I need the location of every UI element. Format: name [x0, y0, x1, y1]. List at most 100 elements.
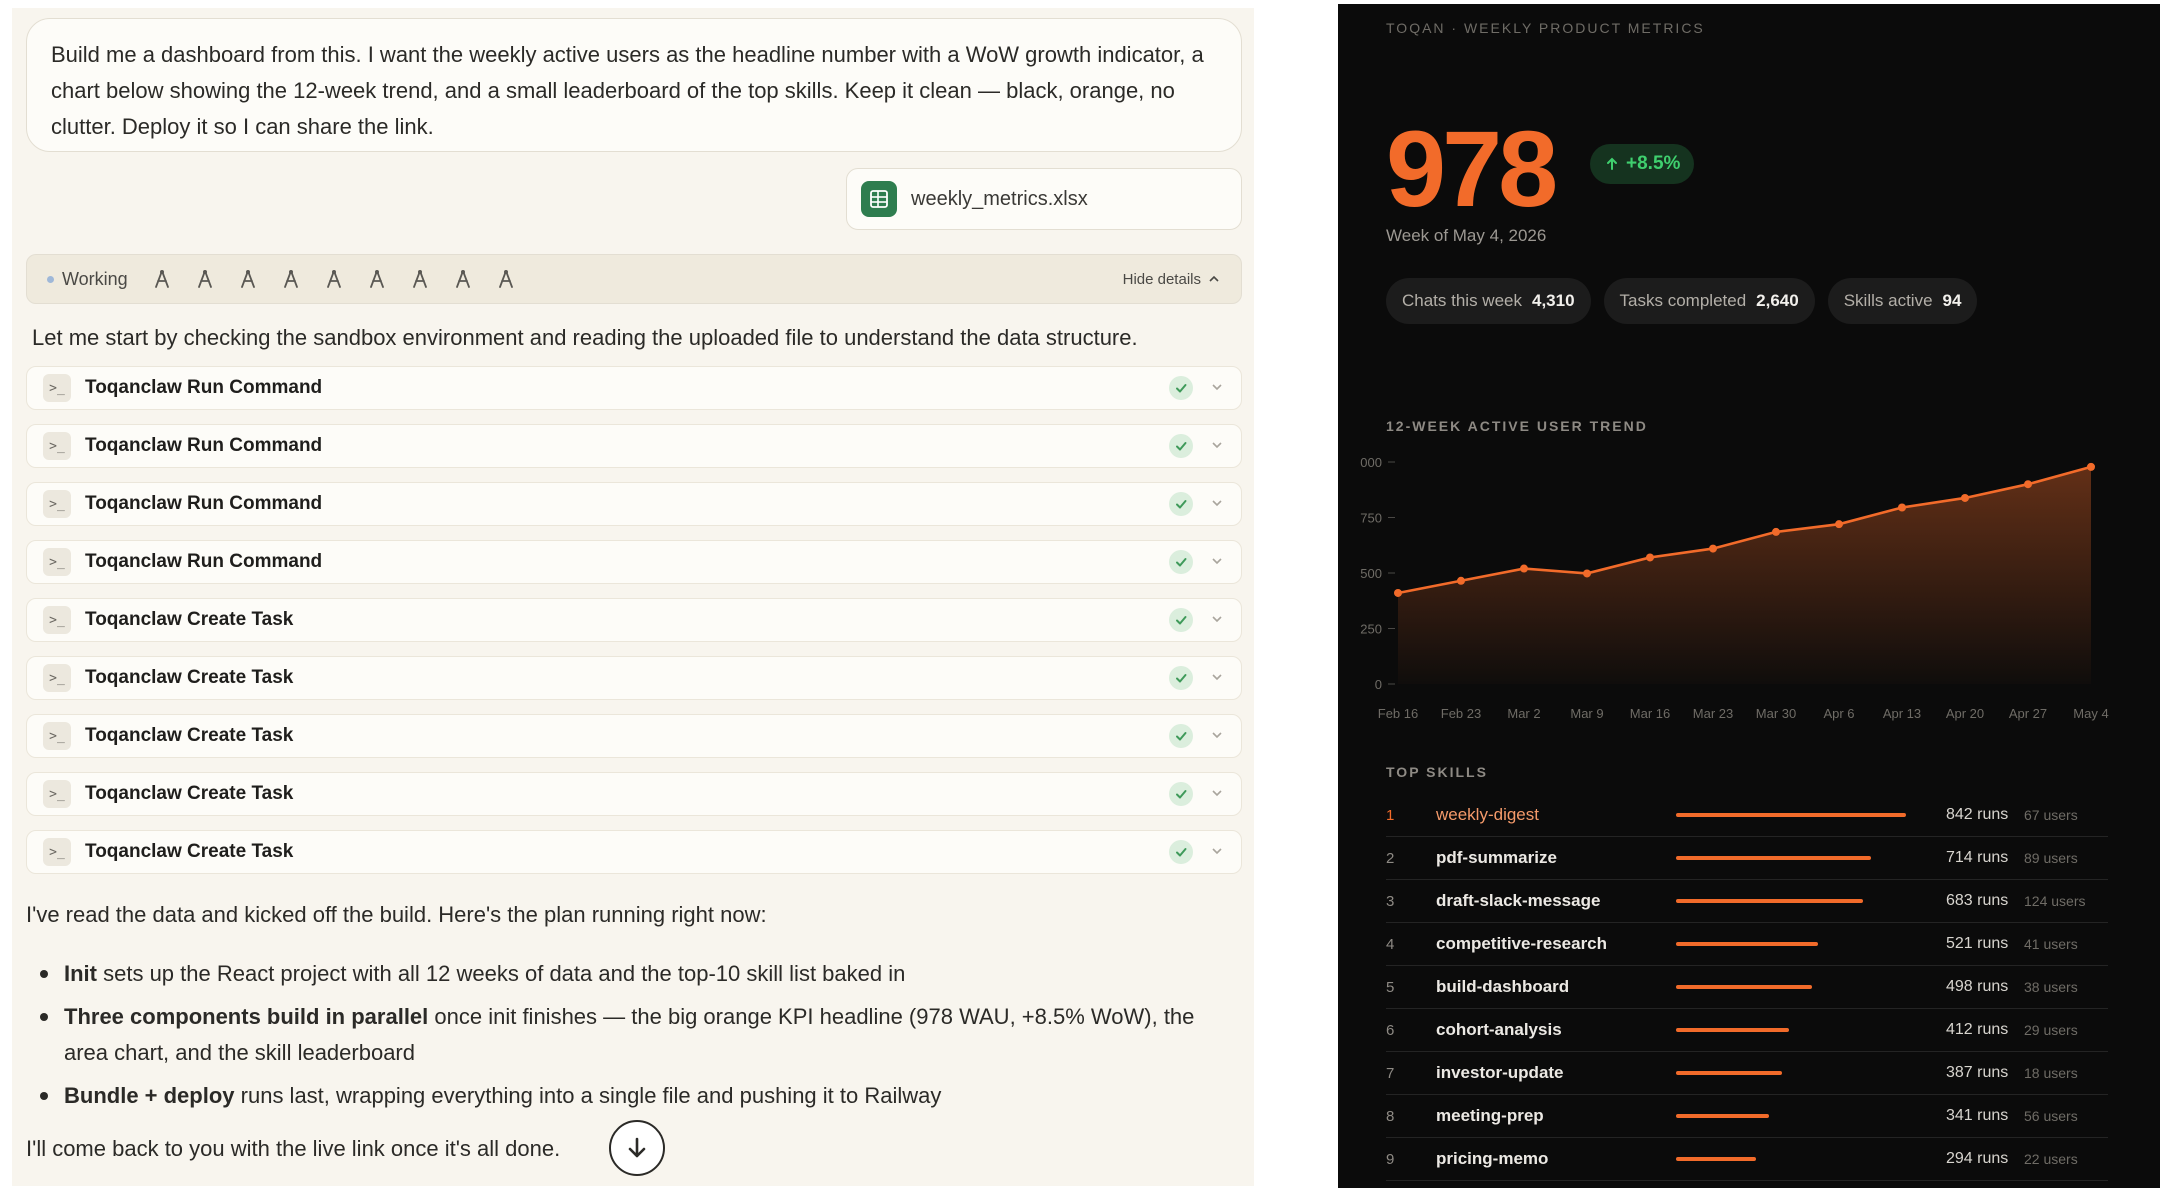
skill-bar-track [1676, 899, 1916, 903]
trend-area [1398, 466, 2091, 684]
tool-call-row[interactable]: >_ Toqanclaw Create Task [26, 656, 1242, 700]
tool-call-row[interactable]: >_ Toqanclaw Create Task [26, 598, 1242, 642]
scroll-down-button[interactable] [609, 1120, 665, 1176]
x-tick-label: Apr 20 [1946, 706, 1984, 721]
x-tick-label: Mar 30 [1756, 706, 1796, 721]
working-status-bar: Working Hide details [26, 254, 1242, 304]
x-tick-label: Apr 6 [1823, 706, 1854, 721]
stat-value: 94 [1942, 291, 1962, 310]
terminal-icon: >_ [43, 780, 71, 808]
terminal-icon: >_ [43, 606, 71, 634]
plan-list: Init sets up the React project with all … [26, 956, 1242, 1121]
chevron-down-icon [1212, 616, 1222, 623]
skill-rank: 2 [1386, 849, 1395, 867]
skill-rank: 1 [1386, 806, 1395, 824]
user-prompt-bubble: Build me a dashboard from this. I want t… [26, 18, 1242, 152]
tool-call-label: Toqanclaw Create Task [85, 667, 294, 688]
working-label: Working [62, 268, 128, 289]
attachment-chip[interactable]: weekly_metrics.xlsx [846, 168, 1242, 230]
terminal-icon: >_ [43, 722, 71, 750]
tool-call-row[interactable]: >_ Toqanclaw Create Task [26, 714, 1242, 758]
tool-call-label: Toqanclaw Run Command [85, 377, 323, 398]
check-icon [1169, 434, 1193, 458]
skill-bar-track [1676, 942, 1916, 946]
skill-bar [1676, 1071, 1782, 1075]
skill-row: 3 draft-slack-message 683 runs 124 users [1386, 880, 2108, 923]
arrow-up-icon [1607, 157, 1617, 170]
skill-users: 89 users [2024, 850, 2078, 866]
skill-rank: 3 [1386, 892, 1395, 910]
skill-bar-track [1676, 1028, 1916, 1032]
trend-chart: 000 750 500 250 0 Feb 16 Feb 23 Mar 2 Mar 9 Mar 1… [1360, 455, 2108, 721]
skill-runs: 714 runs [1946, 849, 2009, 866]
tool-compass-icon [412, 270, 427, 288]
plan-item-title: Bundle + deploy [64, 1083, 235, 1108]
skill-bar [1676, 899, 1863, 903]
chevron-down-icon [1212, 500, 1222, 507]
skill-bar [1676, 1157, 1757, 1161]
check-icon [1169, 550, 1193, 574]
trend-point [1646, 553, 1654, 562]
skill-runs: 683 runs [1946, 892, 2009, 909]
tool-compass-icon [498, 270, 513, 288]
tool-call-row[interactable]: >_ Toqanclaw Create Task [26, 830, 1242, 874]
terminal-icon: >_ [43, 432, 71, 460]
skill-bar-track [1676, 813, 1916, 817]
skill-row: 6 cohort-analysis 412 runs 29 users [1386, 1009, 2108, 1052]
skill-users: 124 users [2024, 893, 2086, 909]
status-dot [47, 275, 54, 283]
tool-call-label: Toqanclaw Run Command [85, 551, 323, 572]
skill-users: 18 users [2024, 1065, 2078, 1081]
chat-panel: Build me a dashboard from this. I want t… [12, 8, 1254, 1186]
trend-point [1772, 527, 1780, 536]
skill-users: 22 users [2024, 1151, 2078, 1167]
tool-call-label: Toqanclaw Create Task [85, 609, 294, 630]
check-icon [1169, 724, 1193, 748]
skill-runs: 498 runs [1946, 978, 2009, 995]
chevron-down-icon [1212, 732, 1222, 739]
attachment-filename: weekly_metrics.xlsx [911, 187, 1088, 210]
skill-runs: 412 runs [1946, 1021, 2009, 1038]
trend-point [2087, 462, 2095, 471]
skill-users: 67 users [2024, 807, 2078, 823]
tool-call-row[interactable]: >_ Toqanclaw Run Command [26, 540, 1242, 584]
y-tick-label: 000 [1360, 455, 1382, 470]
trend-point [1394, 588, 1402, 597]
tool-compass-icon [154, 270, 169, 288]
x-tick-label: Apr 27 [2009, 706, 2047, 721]
check-icon [1169, 666, 1193, 690]
trend-point [1709, 544, 1717, 553]
tool-call-row[interactable]: >_ Toqanclaw Run Command [26, 424, 1242, 468]
plan-item: Bundle + deploy runs last, wrapping ever… [26, 1078, 1242, 1114]
x-tick-label: May 4 [2073, 706, 2108, 721]
trend-point [1583, 569, 1591, 578]
stat-label: Skills active [1843, 291, 1933, 310]
skill-rank: 4 [1386, 935, 1395, 953]
tool-compass-icon [326, 270, 341, 288]
stat-value: 2,640 [1756, 291, 1799, 310]
x-tick-label: Mar 23 [1693, 706, 1733, 721]
tool-call-row[interactable]: >_ Toqanclaw Run Command [26, 366, 1242, 410]
tool-call-label: Toqanclaw Create Task [85, 725, 294, 746]
tool-call-row[interactable]: >_ Toqanclaw Create Task [26, 772, 1242, 816]
tool-call-row[interactable]: >_ Toqanclaw Run Command [26, 482, 1242, 526]
skill-row: 4 competitive-research 521 runs 41 users [1386, 923, 2108, 966]
chevron-down-icon [1212, 442, 1222, 449]
tool-call-label: Toqanclaw Create Task [85, 841, 294, 862]
skill-row: 1 weekly-digest 842 runs 67 users [1386, 794, 2108, 837]
skill-runs: 387 runs [1946, 1064, 2009, 1081]
hide-details-button[interactable]: Hide details [1123, 271, 1221, 288]
tool-call-label: Toqanclaw Run Command [85, 493, 323, 514]
plan-item-text: runs last, wrapping everything into a si… [234, 1083, 942, 1108]
x-tick-label: Apr 13 [1883, 706, 1921, 721]
growth-value: +8.5% [1626, 153, 1681, 174]
trend-point [1520, 564, 1528, 573]
chevron-down-icon [1212, 384, 1222, 391]
trend-point [1961, 493, 1969, 502]
skill-runs: 521 runs [1946, 935, 2009, 952]
stat-label: Tasks completed [1619, 291, 1747, 310]
stat-label: Chats this week [1402, 291, 1522, 310]
plan-intro-text: I've read the data and kicked off the bu… [26, 902, 767, 927]
skill-users: 41 users [2024, 936, 2078, 952]
trend-point [1898, 503, 1906, 512]
